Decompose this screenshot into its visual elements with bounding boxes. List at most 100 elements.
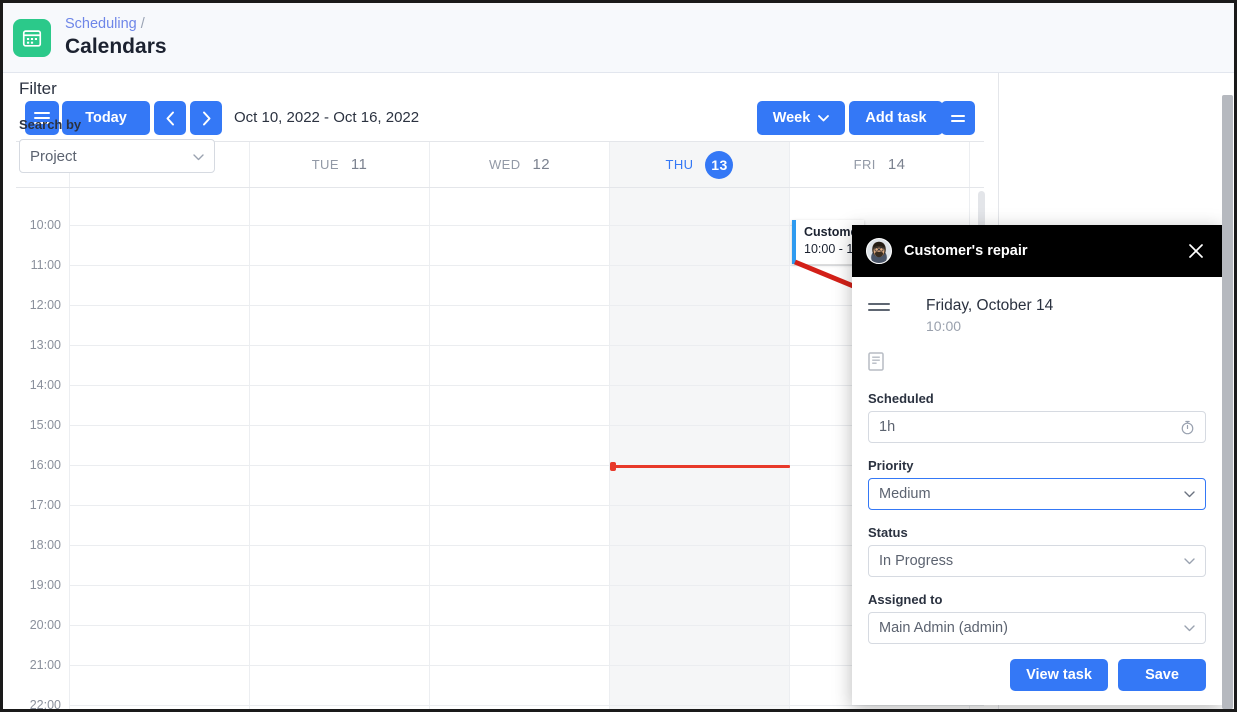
date-range-label: Oct 10, 2022 - Oct 16, 2022 <box>234 109 420 126</box>
day-column-wed[interactable] <box>430 188 610 709</box>
time-axis-label: 10:00 <box>29 218 61 232</box>
event-time: 10:00 - 11:00 <box>804 242 864 256</box>
breadcrumb-separator: / <box>140 16 145 33</box>
time-axis-label: 13:00 <box>29 338 61 352</box>
hamburger-icon <box>868 303 890 311</box>
time-axis-label: 15:00 <box>29 418 61 432</box>
next-week-button[interactable] <box>190 101 222 135</box>
hour-gridline <box>70 425 984 426</box>
breadcrumb: Scheduling / <box>65 16 167 33</box>
time-axis-label: 14:00 <box>29 378 61 392</box>
time-axis-label: 16:00 <box>29 458 61 472</box>
popup-body: Friday, October 14 10:00 Scheduled 1h Pr… <box>852 277 1222 644</box>
event-title: Customer's repair <box>804 225 864 239</box>
current-time-line <box>612 465 790 468</box>
hour-gridline <box>70 625 984 626</box>
day-name: FRI <box>853 157 876 172</box>
chevron-down-icon <box>1184 557 1195 565</box>
hour-gridline <box>70 585 984 586</box>
status-value: In Progress <box>879 553 954 569</box>
view-task-button[interactable]: View task <box>1010 659 1108 691</box>
page-title: Calendars <box>65 34 167 58</box>
chevron-down-icon <box>1184 490 1195 498</box>
scheduled-input[interactable]: 1h <box>868 411 1206 443</box>
day-header-wed[interactable]: WED 12 <box>430 142 610 187</box>
hour-gridline <box>70 385 984 386</box>
popup-title: Customer's repair <box>904 243 1028 259</box>
popup-header: Customer's repair <box>852 225 1222 277</box>
day-name: WED <box>488 157 521 172</box>
day-number: 11 <box>350 156 368 173</box>
calendar-grid[interactable]: 10:00 11:00 12:00 13:00 14:00 15:00 16:00 17:00… <box>16 188 984 709</box>
breadcrumb-link-scheduling[interactable]: Scheduling <box>65 16 137 32</box>
scheduled-label: Scheduled <box>868 391 934 406</box>
day-header-thu[interactable]: THU 13 <box>610 142 790 187</box>
title-block: Scheduling / Calendars <box>65 16 167 59</box>
day-header-tue[interactable]: TUE 11 <box>250 142 430 187</box>
time-axis-label: 22:00 <box>29 698 61 709</box>
event-detail-popup: Customer's repair Friday, October 14 10:… <box>852 225 1222 705</box>
event-time: 10:00 <box>926 318 962 334</box>
scheduled-value: 1h <box>879 419 896 435</box>
close-icon[interactable] <box>1184 239 1208 263</box>
day-number: 12 <box>532 156 551 173</box>
filter-panel-title: Filter <box>19 79 57 98</box>
day-name: TUE <box>311 157 339 172</box>
user-avatar <box>866 238 892 264</box>
assigned-to-label: Assigned to <box>868 592 943 607</box>
time-axis-label: 19:00 <box>29 578 61 592</box>
hour-gridline <box>70 545 984 546</box>
day-column-tue[interactable] <box>250 188 430 709</box>
priority-label: Priority <box>868 458 914 473</box>
day-number-today: 13 <box>705 150 734 179</box>
status-select[interactable]: In Progress <box>868 545 1206 577</box>
equals-menu-icon <box>951 114 965 122</box>
save-button[interactable]: Save <box>1118 659 1206 691</box>
chevron-down-icon <box>1184 624 1195 632</box>
day-column-mon[interactable] <box>70 188 250 709</box>
event-when-row[interactable]: Friday, October 14 10:00 <box>868 297 1206 334</box>
app-header: Scheduling / Calendars <box>3 3 1234 73</box>
search-by-label: Search by <box>19 117 82 132</box>
add-task-button[interactable]: Add task <box>849 101 943 135</box>
time-axis-label: 18:00 <box>29 538 61 552</box>
time-axis-label: 11:00 <box>30 258 61 272</box>
hour-gridline <box>70 305 984 306</box>
view-select-button[interactable]: Week <box>757 101 845 135</box>
app-window: Scheduling / Calendars Today Oct 10, 202… <box>0 0 1237 712</box>
hour-gridline <box>70 665 984 666</box>
day-name: THU <box>665 157 694 172</box>
hour-gridline <box>70 505 984 506</box>
page-scrollbar[interactable] <box>1222 95 1233 709</box>
hour-gridline <box>70 345 984 346</box>
priority-select[interactable]: Medium <box>868 478 1206 510</box>
event-when-text: Friday, October 14 10:00 <box>926 297 1053 334</box>
day-column-thu[interactable] <box>610 188 790 709</box>
event-date: Friday, October 14 <box>926 297 1054 314</box>
document-icon[interactable] <box>868 352 1206 376</box>
popup-actions: View task Save <box>1010 659 1206 691</box>
time-axis-label: 21:00 <box>29 658 61 672</box>
day-header-fri[interactable]: FRI 14 <box>790 142 970 187</box>
priority-value: Medium <box>879 486 931 502</box>
search-by-value: Project <box>30 147 77 165</box>
time-axis-label: 17:00 <box>29 498 61 512</box>
hour-gridline <box>70 705 984 706</box>
hour-gridline <box>70 465 984 466</box>
assigned-to-value: Main Admin (admin) <box>879 620 1008 636</box>
time-axis: 10:00 11:00 12:00 13:00 14:00 15:00 16:00 17:00… <box>16 188 70 709</box>
calendar-icon <box>13 18 51 57</box>
chevron-left-icon <box>166 111 174 125</box>
time-axis-label: 12:00 <box>29 298 61 312</box>
assigned-to-select[interactable]: Main Admin (admin) <box>868 612 1206 644</box>
list-options-button[interactable] <box>941 101 975 135</box>
view-select-label: Week <box>772 110 811 126</box>
hour-gridline <box>70 265 984 266</box>
prev-week-button[interactable] <box>154 101 186 135</box>
chevron-down-icon <box>818 114 830 121</box>
search-by-select[interactable]: Project <box>19 139 215 173</box>
stopwatch-icon[interactable] <box>1180 420 1195 435</box>
chevron-right-icon <box>202 111 210 125</box>
time-axis-label: 20:00 <box>29 618 61 632</box>
chevron-down-icon <box>193 148 204 165</box>
